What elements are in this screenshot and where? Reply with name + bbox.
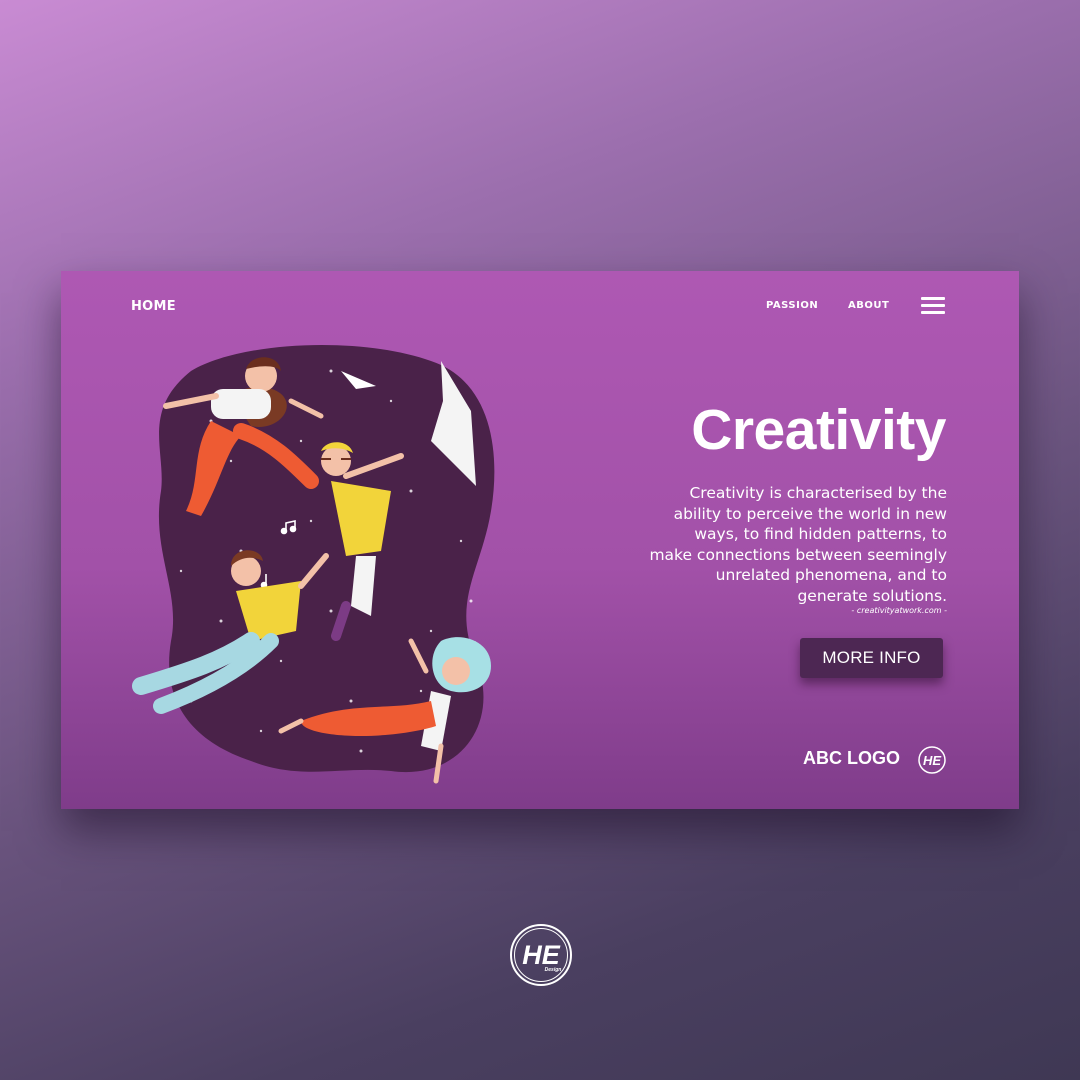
svg-text:Design: Design [545, 967, 562, 973]
watermark-logo-icon: HE Design [510, 924, 572, 986]
svg-text:HE: HE [923, 753, 941, 768]
hero-source: - creativityatwork.com - [851, 606, 947, 615]
nav-home-link[interactable]: HOME [131, 299, 176, 314]
hero-title: Creativity [691, 398, 946, 462]
nav-passion-link[interactable]: PASSION [766, 300, 818, 311]
hero-description: Creativity is characterised by the abili… [649, 484, 947, 605]
nav-about-link[interactable]: ABOUT [848, 300, 889, 311]
creativity-illustration [132, 344, 495, 784]
hamburger-icon[interactable] [921, 297, 945, 317]
landing-card: HOME PASSION ABOUT Creativity Creativity… [61, 271, 1019, 809]
more-info-button[interactable]: MORE INFO [800, 638, 943, 678]
footer-logo-text: ABC LOGO [803, 748, 900, 768]
he-monogram-icon: HE [918, 746, 946, 774]
svg-text:HE: HE [522, 940, 560, 970]
